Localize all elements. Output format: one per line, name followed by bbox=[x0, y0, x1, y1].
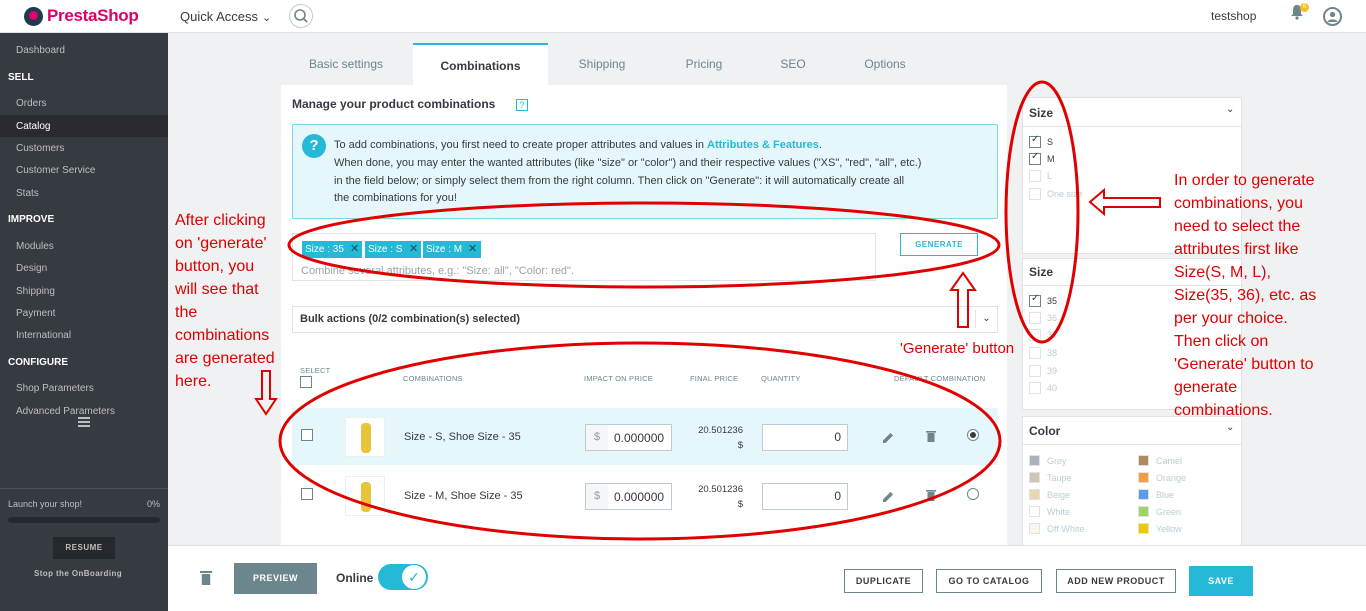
annotation-line: on 'generate' bbox=[175, 235, 267, 252]
annotation-line: need to select the bbox=[1174, 218, 1301, 235]
annotation-generate-label: 'Generate' button bbox=[900, 340, 1015, 357]
annotation-line: the bbox=[175, 304, 198, 321]
annotation-line: Then click on bbox=[1174, 333, 1269, 350]
annotation-line: per your choice. bbox=[1174, 310, 1288, 327]
annotation-line: are generated bbox=[175, 350, 275, 367]
annotation-line: 'Generate' button to bbox=[1174, 356, 1314, 373]
annotation-ellipse-table bbox=[278, 341, 1002, 541]
annotation-ellipse-attributes bbox=[1004, 80, 1080, 344]
app-root: PrestaShop Quick Access ⌄ testshop 6 Dash… bbox=[0, 0, 1366, 611]
annotation-line: attributes first like bbox=[1174, 241, 1299, 258]
annotation-line: combinations, you bbox=[1174, 195, 1303, 212]
annotation-line: combinations. bbox=[1174, 402, 1273, 419]
annotation-line: Size(35, 36), etc. as bbox=[1174, 287, 1317, 304]
annotation-left-text: After clicking on 'generate' button, you… bbox=[175, 209, 275, 393]
annotation-line: In order to generate bbox=[1174, 172, 1315, 189]
annotation-ellipse-input bbox=[287, 201, 1001, 289]
annotation-line: button, you bbox=[175, 258, 255, 275]
annotation-line: generate bbox=[1174, 379, 1238, 396]
annotation-line: will see that bbox=[175, 281, 259, 298]
annotation-line: combinations bbox=[175, 327, 270, 344]
annotation-line: Size(S, M, L), bbox=[1174, 264, 1271, 281]
annotation-arrow-left bbox=[1088, 187, 1161, 217]
annotation-line: After clicking bbox=[175, 212, 266, 229]
annotation-right-text: In order to generate combinations, you n… bbox=[1174, 169, 1316, 422]
annotation-arrow-up bbox=[949, 271, 977, 328]
annotation-line: here. bbox=[175, 373, 212, 390]
